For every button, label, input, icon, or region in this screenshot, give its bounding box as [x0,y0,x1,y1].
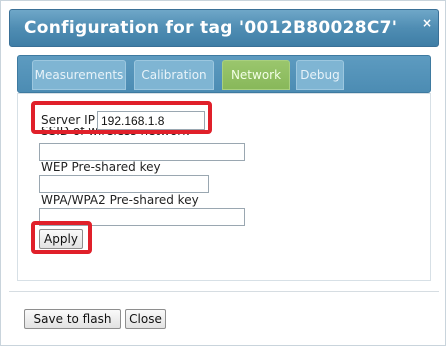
tab-network[interactable]: Network [222,60,290,90]
config-dialog: Configuration for tag '0012B80028C7' × M… [0,0,446,346]
close-icon[interactable]: × [422,16,432,30]
save-to-flash-button[interactable]: Save to flash [24,309,121,329]
footer-divider [9,291,439,292]
tab-calibration[interactable]: Calibration [134,60,214,90]
dialog-title: Configuration for tag '0012B80028C7' [24,18,398,38]
tab-debug[interactable]: Debug [296,60,344,90]
server-ip-highlight [31,101,212,134]
wep-input[interactable] [39,175,209,193]
dialog-titlebar[interactable]: Configuration for tag '0012B80028C7' × [9,9,439,47]
ssid-input[interactable] [39,143,245,161]
tab-measurements[interactable]: Measurements [32,60,126,90]
close-button[interactable]: Close [125,309,166,329]
wpa-label: WPA/WPA2 Pre-shared key [41,193,199,207]
wep-label: WEP Pre-shared key [41,160,161,174]
apply-highlight [31,221,92,254]
tab-bar: Measurements Calibration Network Debug [17,55,431,93]
